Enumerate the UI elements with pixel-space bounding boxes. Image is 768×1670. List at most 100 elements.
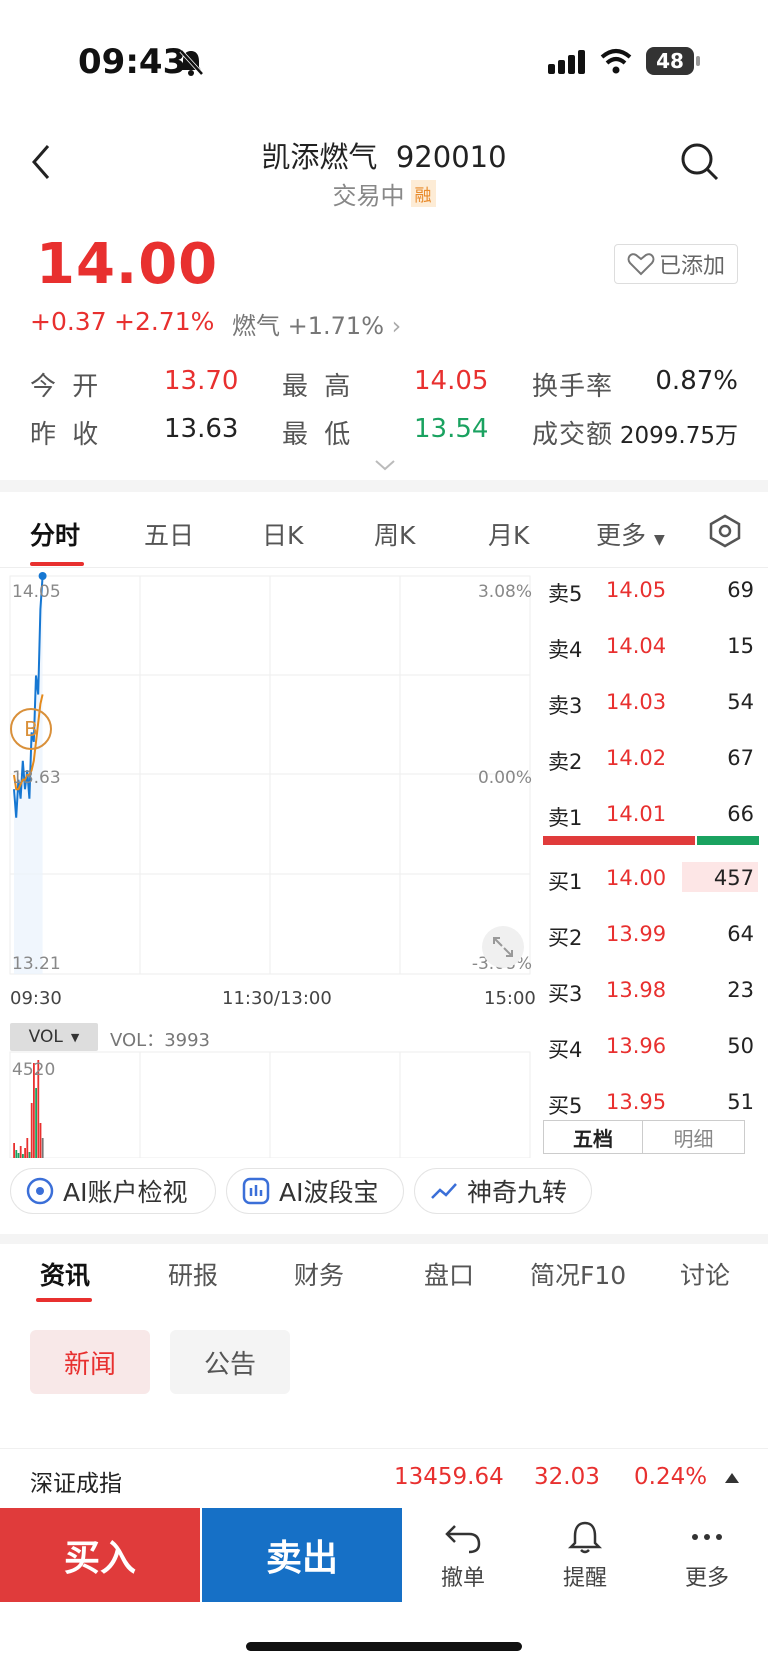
tab-discussion[interactable]: 讨论 <box>680 1256 730 1292</box>
intraday-chart[interactable] <box>0 568 540 1158</box>
status-time: 09:43 <box>78 42 187 82</box>
undo-icon <box>445 1525 481 1554</box>
tab-monthly-k[interactable]: 月K <box>488 516 529 552</box>
buy-point-marker[interactable]: B <box>10 708 52 750</box>
level-price: 13.95 <box>606 1090 667 1114</box>
stat-value: 13.63 <box>164 414 239 444</box>
buy-level-row[interactable]: 买2 13.99 64 <box>548 914 758 954</box>
caret-up-icon[interactable] <box>724 1472 740 1484</box>
margin-badge: 融 <box>410 180 436 207</box>
sector-link[interactable]: 燃气 +1.71% › <box>232 306 401 341</box>
level-volume: 69 <box>727 578 754 602</box>
volume-bar <box>39 1123 42 1158</box>
caret-down-icon: ▼ <box>70 1030 80 1044</box>
pct-label-top: 3.08% <box>477 582 532 602</box>
level-volume: 66 <box>727 802 754 826</box>
announcement-pill[interactable]: 公告 <box>170 1330 290 1394</box>
volume-bar <box>28 1152 31 1158</box>
stat-label: 最 低 <box>282 420 355 450</box>
indicator-selector[interactable]: VOL ▼ <box>10 1023 98 1051</box>
tab-news-info[interactable]: 资讯 <box>40 1256 90 1292</box>
sell-level-row[interactable]: 卖2 14.02 67 <box>548 738 758 778</box>
sector-name: 燃气 <box>232 312 280 340</box>
tab-details[interactable]: 明细 <box>643 1120 745 1154</box>
chip-label: AI波段宝 <box>279 1178 379 1207</box>
news-pill[interactable]: 新闻 <box>30 1330 150 1394</box>
level-volume: 15 <box>727 634 754 658</box>
buy-level-row[interactable]: 买3 13.98 23 <box>548 970 758 1010</box>
tab-five-day[interactable]: 五日 <box>144 516 194 552</box>
trend-line-icon <box>431 1183 457 1199</box>
tab-more[interactable]: 更多 ▼ <box>596 516 665 552</box>
volume-bar <box>30 1103 33 1158</box>
buy-level-row[interactable]: 买4 13.96 50 <box>548 1026 758 1066</box>
wifi-icon <box>600 49 632 74</box>
heart-icon <box>627 253 655 276</box>
watchlist-added-label: 已添加 <box>658 254 725 279</box>
expand-chart-button[interactable] <box>482 926 524 968</box>
chip-label: AI账户检视 <box>63 1178 188 1207</box>
tab-finance[interactable]: 财务 <box>294 1256 344 1292</box>
tab-weekly-k[interactable]: 周K <box>374 516 415 552</box>
sell-level-row[interactable]: 卖1 14.01 66 <box>548 794 758 834</box>
stat-value: 14.05 <box>414 366 489 396</box>
chevron-down-icon[interactable] <box>374 458 396 472</box>
level-label: 买5 <box>548 1094 583 1118</box>
tab-active-indicator <box>30 562 84 566</box>
buy-button[interactable]: 买入 <box>0 1508 200 1602</box>
y-label-mid: 13.63 <box>12 768 61 788</box>
tab-daily-k[interactable]: 日K <box>262 516 303 552</box>
x-label-open: 09:30 <box>10 988 62 1009</box>
ticker-divider <box>0 1448 768 1449</box>
buy-level-row[interactable]: 买5 13.95 51 <box>548 1082 758 1122</box>
cancel-order-label: 撤单 <box>440 1566 485 1591</box>
tab-intraday[interactable]: 分时 <box>30 516 80 552</box>
index-name[interactable]: 深证成指 <box>30 1464 122 1498</box>
more-button[interactable]: 更多 <box>662 1520 752 1592</box>
home-indicator[interactable] <box>246 1642 522 1651</box>
volume-bar <box>26 1138 29 1158</box>
search-icon[interactable] <box>680 142 720 182</box>
y-label-bottom: 13.21 <box>12 954 61 974</box>
settings-hexagon-icon[interactable] <box>708 514 742 548</box>
level-price: 13.96 <box>606 1034 667 1058</box>
sell-level-row[interactable]: 卖3 14.03 54 <box>548 682 758 722</box>
chart-grid <box>9 575 531 1158</box>
tab-orderflow[interactable]: 盘口 <box>424 1256 474 1292</box>
level-price: 14.04 <box>606 634 667 658</box>
ai-account-review-chip[interactable]: AI账户检视 <box>10 1168 216 1214</box>
tab-active-indicator <box>36 1298 92 1302</box>
stat-value: 0.87% <box>655 366 738 396</box>
volume-readout: VOL：3993 <box>110 1030 211 1051</box>
index-value: 13459.64 <box>394 1464 504 1490</box>
alert-button[interactable]: 提醒 <box>540 1520 630 1592</box>
price-change-pct: +2.71% <box>114 307 215 336</box>
stock-name: 凯添燃气 <box>261 140 378 174</box>
y-label-top: 14.05 <box>12 582 61 602</box>
buy-level-row[interactable]: 买1 14.00 457 <box>548 858 758 898</box>
ai-band-chip[interactable]: AI波段宝 <box>226 1168 404 1214</box>
level-price: 14.00 <box>606 866 667 890</box>
volume-bar <box>24 1148 26 1158</box>
bid-ask-bar-buy <box>697 836 759 845</box>
level-volume: 54 <box>727 690 754 714</box>
x-label-close: 15:00 <box>484 988 536 1009</box>
latest-price-dot <box>38 572 47 580</box>
sell-level-row[interactable]: 卖4 14.04 15 <box>548 626 758 666</box>
more-label: 更多 <box>684 1566 729 1591</box>
volume-bar <box>15 1150 18 1158</box>
sell-level-row[interactable]: 卖5 14.05 69 <box>548 570 758 610</box>
level-price: 14.02 <box>606 746 667 770</box>
watchlist-added-button[interactable]: 已添加 <box>614 244 738 284</box>
current-price: 14.00 <box>36 232 219 297</box>
tab-five-levels[interactable]: 五档 <box>543 1120 643 1154</box>
tab-profile-f10[interactable]: 简况F10 <box>530 1256 626 1292</box>
section-divider <box>0 1234 768 1244</box>
tab-research[interactable]: 研报 <box>168 1256 218 1292</box>
more-dots-icon <box>692 1534 722 1540</box>
level-label: 卖2 <box>548 750 583 774</box>
magic-nine-chip[interactable]: 神奇九转 <box>414 1168 592 1214</box>
cancel-order-button[interactable]: 撤单 <box>418 1520 508 1592</box>
tab-more-label: 更多 <box>596 521 647 550</box>
sell-button[interactable]: 卖出 <box>202 1508 402 1602</box>
